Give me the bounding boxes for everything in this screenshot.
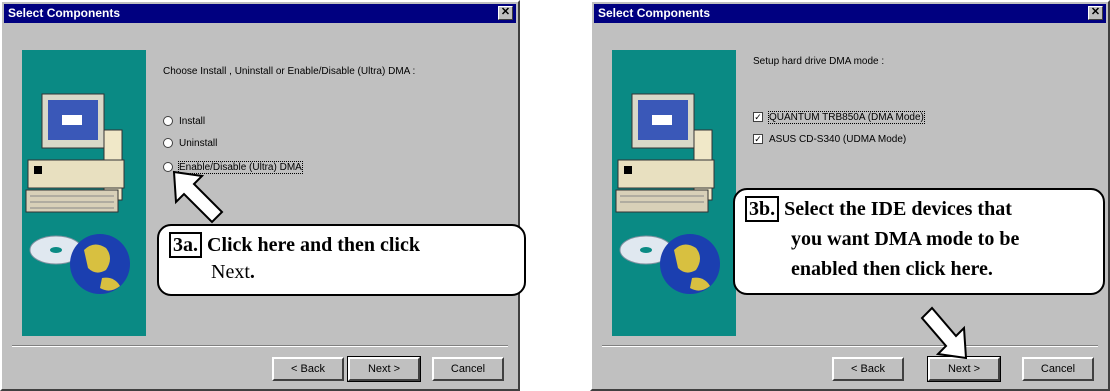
option-install[interactable]: Install — [163, 116, 205, 127]
back-button[interactable]: < Back — [832, 357, 904, 381]
step-3a-tag: 3a. — [169, 232, 202, 258]
close-button[interactable]: ✕ — [1088, 6, 1103, 20]
step-3b-line2: you want DMA mode to be — [791, 228, 1020, 250]
step-3a-line2: Next — [211, 261, 250, 283]
dialog-title: Select Components — [8, 6, 121, 20]
computer-illustration — [22, 50, 146, 336]
step-3b-line3: enabled then click here. — [791, 258, 993, 280]
device-quantum[interactable]: ✓ QUANTUM TRB850A (DMA Mode) — [753, 111, 925, 124]
step-3b-tag: 3b. — [745, 196, 780, 222]
title-bar: Select Components ✕ — [4, 4, 516, 23]
checkbox-asus-cd[interactable]: ✓ — [753, 134, 763, 145]
button-separator — [602, 345, 1098, 347]
device-asus-cd[interactable]: ✓ ASUS CD-S340 (UDMA Mode) — [753, 134, 906, 145]
device-quantum-label: QUANTUM TRB850A (DMA Mode) — [768, 111, 925, 124]
component-prompt: Choose Install , Uninstall or Enable/Dis… — [163, 66, 416, 77]
step-3b-line1: Select the IDE devices that — [784, 198, 1012, 220]
option-install-label: Install — [179, 116, 206, 127]
dma-prompt: Setup hard drive DMA mode : — [753, 56, 885, 67]
device-asus-cd-label: ASUS CD-S340 (UDMA Mode) — [769, 134, 907, 145]
arrow-down-right-icon — [920, 306, 968, 360]
button-separator — [12, 345, 508, 347]
cancel-button[interactable]: Cancel — [432, 357, 504, 381]
title-bar: Select Components ✕ — [594, 4, 1106, 23]
option-uninstall[interactable]: Uninstall — [163, 138, 217, 149]
radio-uninstall[interactable] — [163, 138, 173, 149]
checkbox-quantum[interactable]: ✓ — [753, 112, 763, 123]
back-button[interactable]: < Back — [272, 357, 344, 381]
next-button[interactable]: Next > — [347, 356, 421, 382]
dialog-title: Select Components — [598, 6, 711, 20]
step-3a-period: . — [249, 261, 255, 283]
setup-artwork — [22, 50, 146, 336]
callout-3b: 3b. Select the IDE devices that you want… — [733, 188, 1105, 295]
callout-3a: 3a. Click here and then click Next. — [157, 224, 526, 296]
computer-illustration — [612, 50, 736, 336]
option-uninstall-label: Uninstall — [179, 138, 218, 149]
radio-install[interactable] — [163, 116, 173, 127]
cancel-button[interactable]: Cancel — [1022, 357, 1094, 381]
step-3a-line1: Click here and then click — [207, 234, 420, 256]
close-button[interactable]: ✕ — [498, 6, 513, 20]
dialog-install-options: Select Components ✕ Choose Install , Uni… — [0, 0, 520, 391]
arrow-up-left-icon — [172, 170, 224, 224]
setup-artwork — [612, 50, 736, 336]
